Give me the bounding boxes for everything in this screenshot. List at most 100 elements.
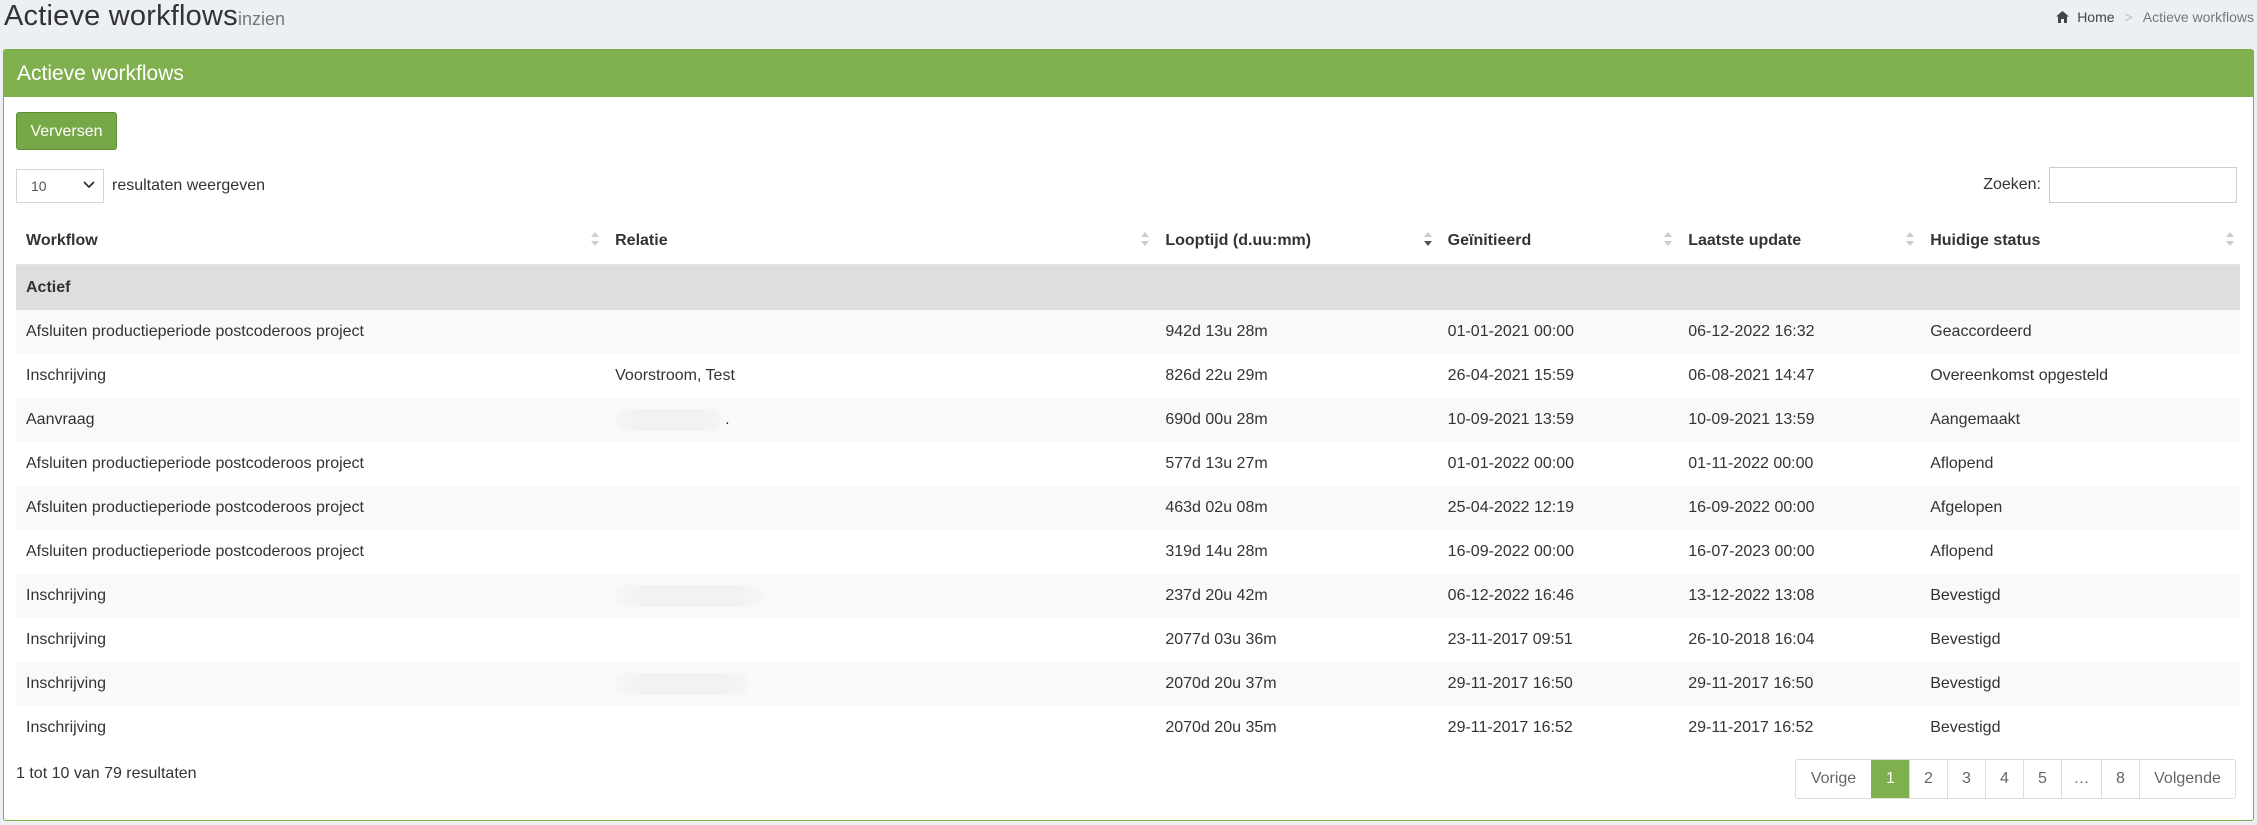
cell-geinitieerd: 10-09-2021 13:59 [1437,398,1679,442]
cell-workflow: Afsluiten productieperiode postcoderoos … [16,530,606,574]
cell-status: Bevestigd [1920,706,2240,750]
cell-status: Overeenkomst opgesteld [1920,354,2240,398]
pagination-page-8[interactable]: 8 [2101,760,2139,798]
cell-geinitieerd: 29-11-2017 16:50 [1437,662,1679,706]
cell-looptijd: 463d 02u 08m [1155,486,1438,530]
page-length-select[interactable]: 10 [16,169,104,203]
search-input[interactable] [2049,167,2237,203]
cell-laatste-update: 16-09-2022 00:00 [1678,486,1921,530]
cell-workflow: Inschrijving [16,706,606,750]
sort-icon [1141,232,1150,246]
redacted-relation [615,673,751,695]
column-header-label: Laatste update [1688,232,1802,249]
length-menu: 10 resultaten weergeven [16,169,265,203]
breadcrumb-home[interactable]: Home [2056,9,2115,25]
group-label: Actief [16,265,2240,310]
cell-geinitieerd: 25-04-2022 12:19 [1437,486,1679,530]
workflows-box: Actieve workflows Verversen 10 resultate… [3,49,2254,821]
sort-icon [1906,232,1915,246]
sort-desc-icon [1423,232,1432,246]
column-header-workflow[interactable]: Workflow [16,218,606,266]
cell-laatste-update: 06-12-2022 16:32 [1678,310,1921,354]
table-row[interactable]: Inschrijving 2077d 03u 36m 23-11-2017 09… [16,618,2240,662]
table-row[interactable]: Afsluiten productieperiode postcoderoos … [16,486,2240,530]
cell-geinitieerd: 23-11-2017 09:51 [1437,618,1679,662]
column-header-geinitieerd[interactable]: Geïnitieerd [1437,218,1679,266]
cell-laatste-update: 16-07-2023 00:00 [1678,530,1921,574]
cell-geinitieerd: 01-01-2021 00:00 [1437,310,1679,354]
cell-looptijd: 577d 13u 27m [1155,442,1438,486]
cell-looptijd: 690d 00u 28m [1155,398,1438,442]
column-header-huidige-status[interactable]: Huidige status [1920,218,2240,266]
cell-status: Geaccordeerd [1920,310,2240,354]
home-icon [2056,11,2070,23]
table-row[interactable]: Afsluiten productieperiode postcoderoos … [16,442,2240,486]
sort-icon [1664,232,1673,246]
chevron-down-icon [83,181,95,189]
pagination-page-4[interactable]: 4 [1985,760,2023,798]
breadcrumb: Home > Actieve workflows [2056,9,2254,25]
table-row[interactable]: Inschrijving 237d 20u 42m 06-12-2022 16:… [16,574,2240,618]
cell-workflow: Afsluiten productieperiode postcoderoos … [16,442,606,486]
cell-relatie [605,310,1156,354]
breadcrumb-home-label: Home [2077,9,2115,25]
column-header-relatie[interactable]: Relatie [605,218,1156,266]
column-header-laatste-update[interactable]: Laatste update [1678,218,1921,266]
table-row[interactable]: Afsluiten productieperiode postcoderoos … [16,310,2240,354]
page-subtitle: inzien [238,9,286,29]
page-title: Actieve workflows [4,0,238,32]
workflows-table: Workflow Relatie Looptijd (d.uu:mm) Geïn… [16,218,2240,750]
pagination-page-3[interactable]: 3 [1947,760,1985,798]
table-row[interactable]: Afsluiten productieperiode postcoderoos … [16,530,2240,574]
cell-relatie [605,486,1156,530]
table-row[interactable]: Inschrijving 2070d 20u 37m 29-11-2017 16… [16,662,2240,706]
cell-looptijd: 826d 22u 29m [1155,354,1438,398]
refresh-button[interactable]: Verversen [16,112,117,150]
redacted-relation [615,409,726,431]
cell-relatie [605,574,1156,618]
breadcrumb-current: Actieve workflows [2142,9,2254,25]
cell-workflow: Inschrijving [16,662,606,706]
redacted-relation [615,585,766,607]
cell-laatste-update: 06-08-2021 14:47 [1678,354,1921,398]
cell-relatie: Voorstroom, Test [605,354,1156,398]
cell-laatste-update: 01-11-2022 00:00 [1678,442,1921,486]
column-header-label: Geïnitieerd [1447,232,1532,249]
pagination-page-5[interactable]: 5 [2023,760,2061,798]
pagination-page-1[interactable]: 1 [1871,760,1909,798]
column-header-looptijd[interactable]: Looptijd (d.uu:mm) [1155,218,1438,266]
column-header-label: Huidige status [1930,232,2041,249]
table-row[interactable]: Inschrijving 2070d 20u 35m 29-11-2017 16… [16,706,2240,750]
cell-workflow: Afsluiten productieperiode postcoderoos … [16,486,606,530]
search-label: Zoeken: [1983,176,2041,193]
pagination-previous[interactable]: Vorige [1796,760,1871,798]
page-length-label: resultaten weergeven [112,177,265,194]
search-row: Zoeken: [1983,167,2237,203]
results-info: 1 tot 10 van 79 resultaten [16,765,197,782]
cell-relatie-text: . [725,411,730,429]
cell-looptijd: 237d 20u 42m [1155,574,1438,618]
table-row[interactable]: Aanvraag . 690d 00u 28m 10-09-2021 13:59… [16,398,2240,442]
pagination-page-2[interactable]: 2 [1909,760,1947,798]
cell-laatste-update: 13-12-2022 13:08 [1678,574,1921,618]
group-row: Actief [16,265,2240,310]
breadcrumb-separator: > [2124,9,2133,25]
cell-relatie: . [605,398,1156,442]
cell-status: Afgelopen [1920,486,2240,530]
cell-workflow: Inschrijving [16,618,606,662]
cell-relatie [605,662,1156,706]
cell-workflow: Aanvraag [16,398,606,442]
cell-workflow: Afsluiten productieperiode postcoderoos … [16,310,606,354]
cell-geinitieerd: 26-04-2021 15:59 [1437,354,1679,398]
cell-relatie [605,706,1156,750]
cell-status: Aflopend [1920,442,2240,486]
cell-status: Bevestigd [1920,574,2240,618]
cell-relatie [605,618,1156,662]
pagination-next[interactable]: Volgende [2139,760,2235,798]
page-length-value: 10 [31,178,47,194]
cell-geinitieerd: 29-11-2017 16:52 [1437,706,1679,750]
table-row[interactable]: Inschrijving Voorstroom, Test 826d 22u 2… [16,354,2240,398]
cell-geinitieerd: 06-12-2022 16:46 [1437,574,1679,618]
cell-laatste-update: 26-10-2018 16:04 [1678,618,1921,662]
cell-status: Aangemaakt [1920,398,2240,442]
